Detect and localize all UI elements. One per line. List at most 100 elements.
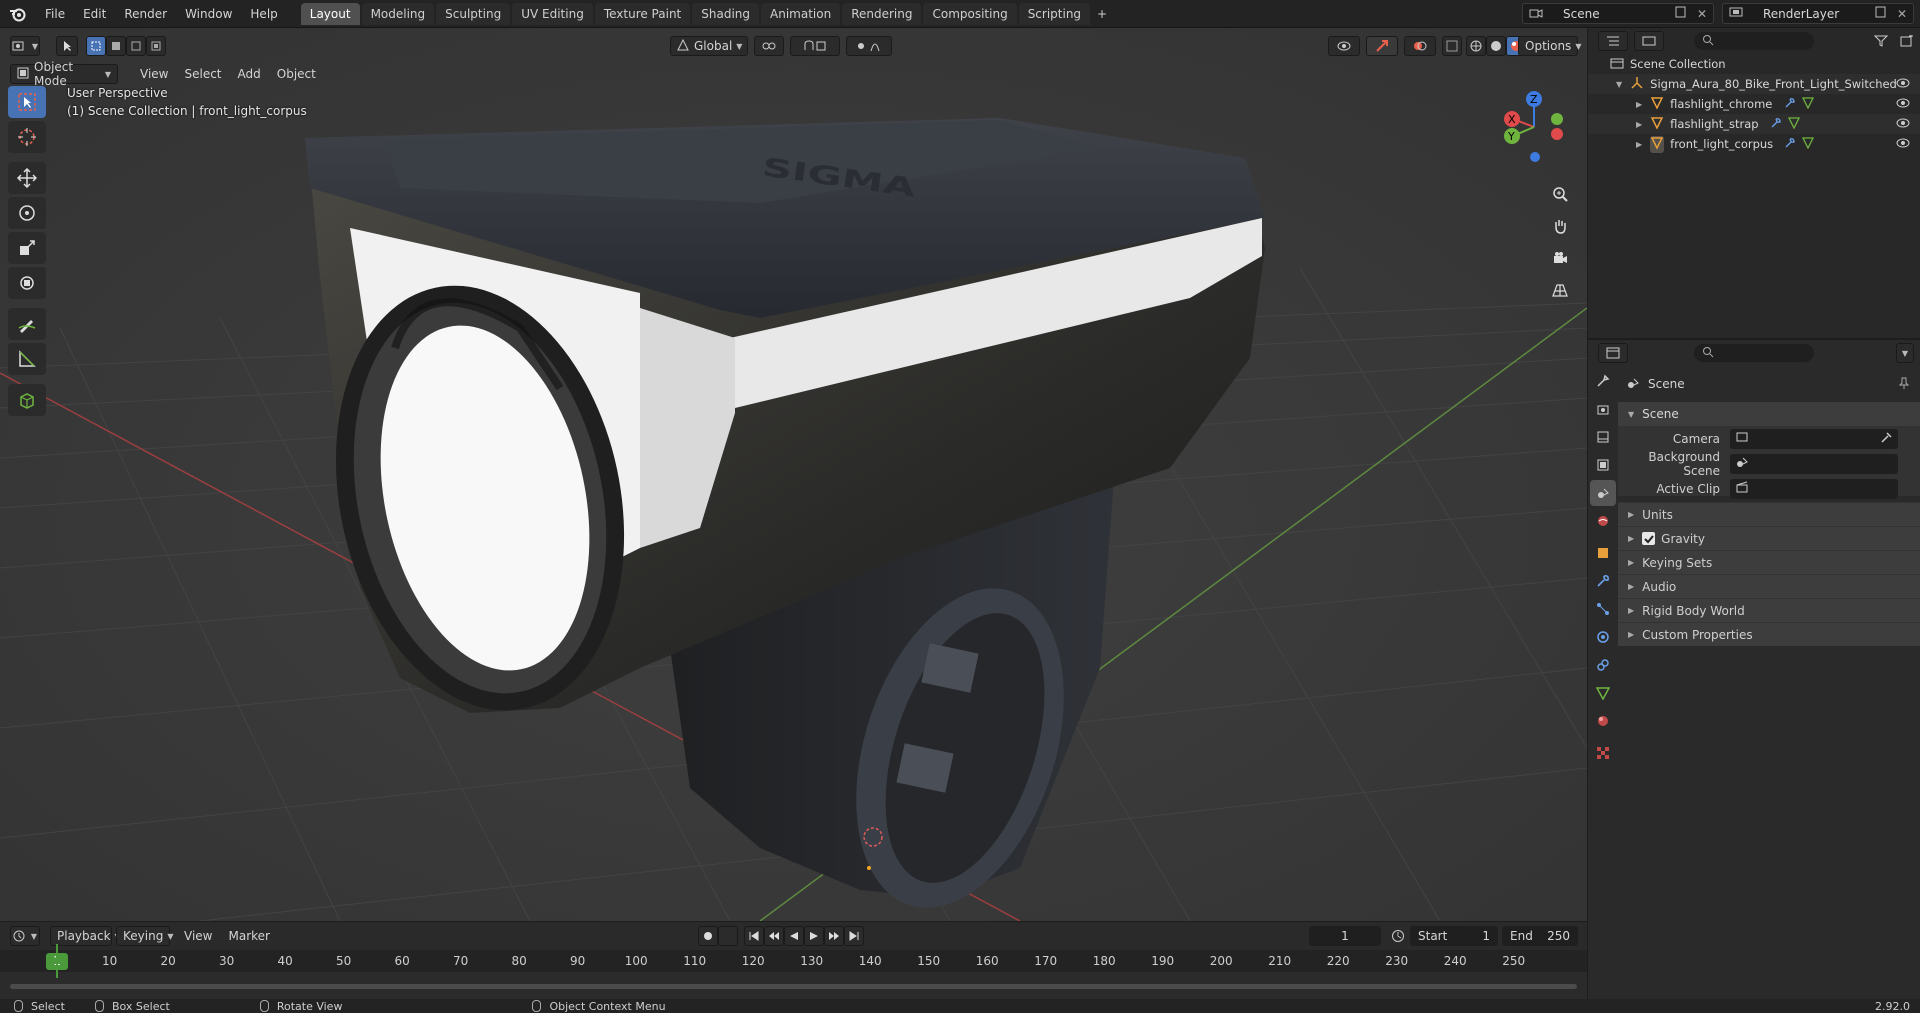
timeline-scrollbar[interactable] bbox=[10, 984, 1577, 989]
menu-select[interactable]: Select bbox=[176, 67, 229, 81]
view-layer-selector[interactable]: RenderLayer ✕ bbox=[1722, 3, 1914, 24]
panel-expand-icon[interactable]: ▶ bbox=[1628, 534, 1634, 543]
outliner-search-input[interactable] bbox=[1694, 32, 1814, 50]
transform-tool-icon[interactable] bbox=[8, 267, 46, 299]
menu-file[interactable]: File bbox=[36, 0, 74, 28]
scene-panel-header[interactable]: ▼ Scene bbox=[1618, 402, 1920, 426]
rotate-tool-icon[interactable] bbox=[8, 197, 46, 229]
close-layer-icon[interactable]: ✕ bbox=[1897, 7, 1907, 21]
panel-expand-icon[interactable]: ▶ bbox=[1628, 606, 1634, 615]
visibility-eye-icon[interactable] bbox=[1896, 137, 1910, 151]
outliner-object-row-active[interactable]: ▶ front_light_corpus bbox=[1588, 134, 1920, 154]
tab-uv-editing[interactable]: UV Editing bbox=[512, 2, 593, 25]
perspective-toggle-icon[interactable] bbox=[1546, 276, 1574, 304]
tab-scripting[interactable]: Scripting bbox=[1018, 2, 1091, 25]
audio-panel-header[interactable]: ▶ Audio bbox=[1618, 574, 1920, 598]
rigid-body-world-panel-header[interactable]: ▶ Rigid Body World bbox=[1618, 598, 1920, 622]
move-tool-icon[interactable] bbox=[8, 162, 46, 194]
pivot-point-dropdown[interactable] bbox=[754, 36, 784, 56]
display-mode-icon[interactable] bbox=[1634, 31, 1664, 51]
tab-compositing[interactable]: Compositing bbox=[923, 2, 1017, 25]
auto-keying-icon[interactable] bbox=[718, 926, 738, 946]
scene-selector[interactable]: Scene ✕ bbox=[1522, 3, 1714, 24]
current-frame-field[interactable]: 1 bbox=[1309, 926, 1381, 946]
output-tab-icon[interactable] bbox=[1590, 424, 1616, 450]
menu-window[interactable]: Window bbox=[176, 0, 241, 28]
outliner-collection-row[interactable]: ▼ Sigma_Aura_80_Bike_Front_Light_Switche… bbox=[1588, 74, 1920, 94]
material-tab-icon[interactable] bbox=[1590, 708, 1616, 734]
tool-tab-icon[interactable] bbox=[1590, 368, 1616, 394]
blender-logo-icon[interactable] bbox=[0, 0, 36, 28]
constraints-tab-icon[interactable] bbox=[1590, 652, 1616, 678]
pin-icon[interactable] bbox=[1898, 377, 1910, 392]
annotate-tool-icon[interactable] bbox=[8, 308, 46, 340]
jump-keyframe-forward-icon[interactable] bbox=[824, 926, 844, 946]
cursor-tool-icon[interactable] bbox=[8, 121, 46, 153]
select-extend-icon[interactable] bbox=[106, 36, 126, 56]
timeline-menu-view[interactable]: View bbox=[176, 929, 220, 943]
playback-dropdown[interactable]: Playback▼ bbox=[50, 926, 121, 946]
world-tab-icon[interactable] bbox=[1590, 508, 1616, 534]
expand-arrow-icon[interactable]: ▶ bbox=[1636, 140, 1642, 149]
mode-dropdown[interactable]: Object Mode ▼ bbox=[10, 60, 118, 88]
render-tab-icon[interactable] bbox=[1590, 396, 1616, 422]
expand-arrow-icon[interactable]: ▼ bbox=[1616, 80, 1622, 89]
solid-shading-icon[interactable] bbox=[1486, 36, 1506, 56]
viewport-scene[interactable]: SIGMA Z X Y bbox=[0, 28, 1587, 921]
add-workspace-button[interactable]: + bbox=[1092, 3, 1112, 25]
tab-rendering[interactable]: Rendering bbox=[842, 2, 922, 25]
view-layer-tab-icon[interactable] bbox=[1590, 452, 1616, 478]
visibility-eye-icon[interactable] bbox=[1896, 117, 1910, 131]
visibility-icon[interactable] bbox=[1328, 36, 1360, 56]
select-cursor-icon[interactable] bbox=[56, 36, 78, 56]
timeline-menu-marker[interactable]: Marker bbox=[220, 929, 277, 943]
jump-keyframe-back-icon[interactable] bbox=[764, 926, 784, 946]
tab-animation[interactable]: Animation bbox=[761, 2, 841, 25]
new-layer-icon[interactable] bbox=[1875, 6, 1887, 21]
record-icon[interactable] bbox=[698, 926, 718, 946]
tab-sculpting[interactable]: Sculpting bbox=[436, 2, 511, 25]
outliner-editor-type-icon[interactable] bbox=[1598, 31, 1628, 51]
camera-field[interactable] bbox=[1730, 428, 1898, 449]
keying-sets-panel-header[interactable]: ▶ Keying Sets bbox=[1618, 550, 1920, 574]
outliner-object-row[interactable]: ▶ flashlight_chrome bbox=[1588, 94, 1920, 114]
panel-expand-icon[interactable]: ▶ bbox=[1628, 558, 1634, 567]
gravity-checkbox[interactable] bbox=[1642, 532, 1656, 545]
timeline-track[interactable] bbox=[0, 944, 1587, 999]
transform-orientation-dropdown[interactable]: Global ▼ bbox=[670, 36, 748, 56]
proportional-edit-dropdown[interactable] bbox=[846, 36, 892, 56]
scene-tab-icon[interactable] bbox=[1590, 480, 1616, 506]
tab-modeling[interactable]: Modeling bbox=[361, 2, 435, 25]
jump-start-icon[interactable] bbox=[744, 926, 764, 946]
modifiers-tab-icon[interactable] bbox=[1590, 568, 1616, 594]
options-dropdown[interactable]: Options ▼ bbox=[1518, 36, 1581, 56]
scale-tool-icon[interactable] bbox=[8, 232, 46, 264]
texture-tab-icon[interactable] bbox=[1590, 740, 1616, 766]
menu-view[interactable]: View bbox=[132, 67, 176, 81]
pan-hand-icon[interactable] bbox=[1546, 212, 1574, 240]
keying-dropdown[interactable]: Keying ▼ bbox=[116, 926, 173, 946]
play-reverse-icon[interactable] bbox=[784, 926, 804, 946]
add-cube-tool-icon[interactable] bbox=[8, 384, 46, 416]
active-clip-field[interactable] bbox=[1730, 478, 1898, 499]
new-collection-icon[interactable] bbox=[1896, 31, 1918, 51]
filter-icon[interactable] bbox=[1866, 31, 1896, 51]
snap-dropdown[interactable] bbox=[790, 36, 840, 56]
3d-viewport[interactable]: SIGMA Z X Y ▼ Global ▼ Options ▼ Object … bbox=[0, 28, 1587, 921]
panel-expand-icon[interactable]: ▶ bbox=[1628, 582, 1634, 591]
particles-tab-icon[interactable] bbox=[1590, 596, 1616, 622]
camera-view-icon[interactable] bbox=[1546, 244, 1574, 272]
visibility-eye-icon[interactable] bbox=[1896, 77, 1910, 91]
tab-shading[interactable]: Shading bbox=[692, 2, 759, 25]
wireframe-shading-icon[interactable] bbox=[1466, 36, 1486, 56]
visibility-eye-icon[interactable] bbox=[1896, 97, 1910, 111]
panel-expand-icon[interactable]: ▶ bbox=[1628, 510, 1634, 519]
physics-tab-icon[interactable] bbox=[1590, 624, 1616, 650]
new-scene-icon[interactable] bbox=[1675, 6, 1687, 21]
outliner-object-row[interactable]: ▶ flashlight_strap bbox=[1588, 114, 1920, 134]
tab-texture-paint[interactable]: Texture Paint bbox=[594, 2, 691, 25]
panel-expand-icon[interactable]: ▶ bbox=[1628, 630, 1634, 639]
data-tab-icon[interactable] bbox=[1590, 680, 1616, 706]
panel-collapse-icon[interactable]: ▼ bbox=[1628, 410, 1634, 419]
menu-object[interactable]: Object bbox=[269, 67, 324, 81]
